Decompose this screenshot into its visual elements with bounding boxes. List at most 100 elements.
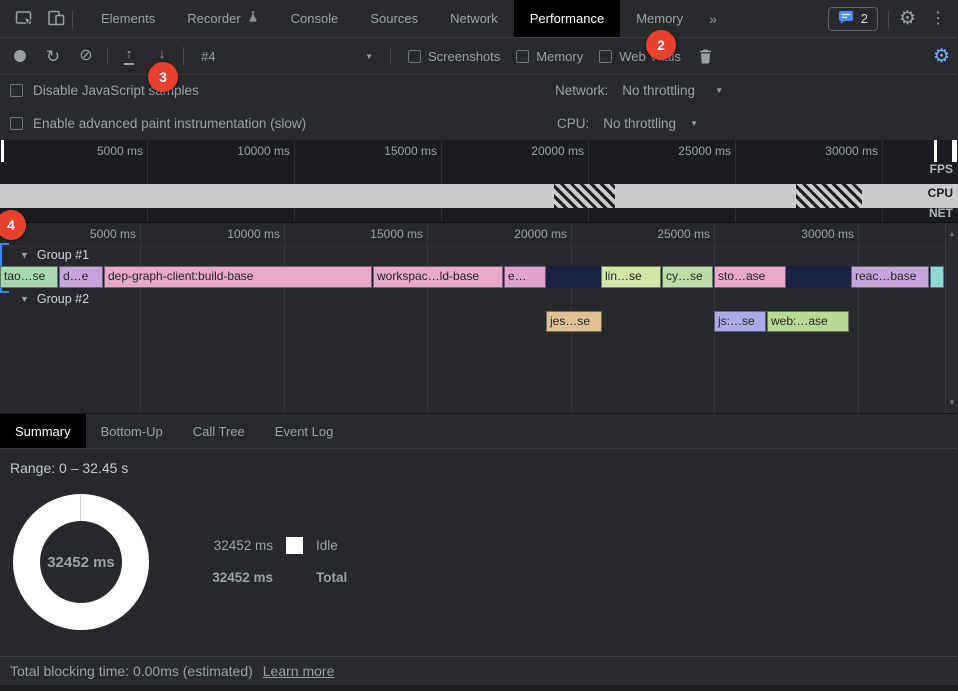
tab-bottom-up[interactable]: Bottom-Up: [86, 414, 178, 448]
network-throttling-select[interactable]: No throttling: [622, 83, 695, 98]
tab-summary[interactable]: Summary: [0, 414, 86, 448]
device-toolbar-icon[interactable]: [40, 5, 72, 33]
overview-gridline: [588, 140, 589, 222]
issues-count: 2: [861, 11, 868, 26]
paint-instrumentation-checkbox[interactable]: [10, 117, 23, 130]
overview-tick-label: 5000 ms: [43, 144, 143, 158]
recording-session-select[interactable]: #4 ▼: [193, 49, 381, 64]
status-footer: Total blocking time: 0.00ms (estimated) …: [0, 656, 958, 685]
flame-event-bar[interactable]: e…: [504, 266, 546, 288]
topbar-right-controls: 2 ⚙ ⋮: [828, 7, 950, 31]
trash-icon: [699, 49, 712, 64]
panel-tabs: ElementsRecorderConsoleSourcesNetworkPer…: [85, 0, 699, 37]
checkbox-screenshots: Screenshots: [408, 49, 500, 64]
flame-scrollbar[interactable]: ▲ ▼: [945, 223, 958, 413]
web-vitals-checkbox[interactable]: [599, 50, 612, 63]
collapse-triangle-icon[interactable]: ▼: [20, 250, 29, 260]
overview-gridline: [441, 140, 442, 222]
legend-value: 32452 ms: [203, 570, 273, 585]
flame-event-bar[interactable]: workspac…ld-base: [373, 266, 503, 288]
detail-tabs: SummaryBottom-UpCall TreeEvent Log: [0, 413, 958, 449]
record-icon: [14, 50, 26, 62]
divider: [888, 10, 889, 28]
cpu-throttling-row: CPU: No throttling ▼: [557, 116, 698, 131]
chevron-down-icon: ▼: [365, 52, 373, 61]
overview-tick-label: 10000 ms: [190, 144, 290, 158]
kebab-menu-icon[interactable]: ⋮: [926, 11, 950, 27]
flame-tick-label: 30000 ms: [744, 227, 854, 241]
overview-left-handle[interactable]: [1, 140, 4, 162]
legend-label: Idle: [316, 538, 347, 553]
scroll-down-icon[interactable]: ▼: [946, 398, 958, 407]
flame-event-bar[interactable]: cy…se: [662, 266, 713, 288]
flame-tick-label: 20000 ms: [457, 227, 567, 241]
flame-event-bar[interactable]: sto…ase: [714, 266, 786, 288]
overview-tick-label: 25000 ms: [631, 144, 731, 158]
cpu-idle-hatch: [796, 184, 862, 208]
tab-elements[interactable]: Elements: [85, 0, 171, 37]
divider: [390, 47, 391, 65]
capture-settings-gear-icon[interactable]: ⚙: [933, 47, 950, 66]
settings-gear-icon[interactable]: ⚙: [899, 9, 916, 28]
group-header-1[interactable]: ▼ Group #1: [20, 248, 89, 262]
memory-checkbox[interactable]: [516, 50, 529, 63]
flame-event-bar[interactable]: lin…se: [601, 266, 661, 288]
flame-event-bar[interactable]: web:…ase: [767, 311, 849, 332]
more-tabs-chevron[interactable]: »: [699, 0, 727, 37]
cpu-throttling-select[interactable]: No throttling: [603, 116, 676, 131]
flame-event-bar[interactable]: reac…base: [851, 266, 929, 288]
flame-ruler-divider: [0, 246, 945, 247]
record-button[interactable]: [8, 44, 32, 68]
cpu-throttling-label: CPU:: [557, 116, 589, 131]
devtools-window: ElementsRecorderConsoleSourcesNetworkPer…: [0, 0, 958, 691]
issues-bubble-icon: [838, 10, 854, 28]
flame-event-bar[interactable]: jes…se: [546, 311, 602, 332]
timeline-overview[interactable]: 5000 ms10000 ms15000 ms20000 ms25000 ms3…: [0, 140, 958, 222]
tab-sources[interactable]: Sources: [354, 0, 434, 37]
legend-value: 32452 ms: [203, 538, 273, 553]
disable-js-samples-checkbox[interactable]: [10, 84, 23, 97]
tab-console[interactable]: Console: [275, 0, 355, 37]
divider: [107, 47, 108, 65]
range-label: Range: 0 – 32.45 s: [10, 460, 128, 476]
group-2-label: Group #2: [37, 292, 89, 306]
overview-gridline: [882, 140, 883, 222]
network-throttling-label: Network:: [555, 83, 608, 98]
capture-option-checkboxes: ScreenshotsMemoryWeb Vitals: [408, 49, 681, 64]
summary-legend: 32452 msIdle32452 msTotal: [203, 537, 347, 586]
screenshots-checkbox[interactable]: [408, 50, 421, 63]
scroll-up-icon[interactable]: ▲: [946, 229, 958, 238]
issues-counter[interactable]: 2: [828, 7, 878, 31]
group-1-label: Group #1: [37, 248, 89, 262]
overview-tick-label: 20000 ms: [484, 144, 584, 158]
tab-call-tree[interactable]: Call Tree: [178, 414, 260, 448]
tab-recorder[interactable]: Recorder: [171, 0, 274, 37]
group-2-track: jes…se js:…seweb:…ase: [0, 311, 945, 332]
garbage-collect-button[interactable]: [694, 44, 718, 68]
legend-swatch: [286, 537, 303, 554]
collapse-triangle-icon[interactable]: ▼: [20, 294, 29, 304]
overview-right-handle[interactable]: [934, 140, 937, 162]
clear-recording-button[interactable]: ⊘: [74, 44, 98, 68]
overview-gridline: [735, 140, 736, 222]
capture-settings-pane: Disable JavaScript samples Enable advanc…: [0, 75, 958, 140]
paint-instrumentation-row: Enable advanced paint instrumentation (s…: [10, 116, 306, 131]
inspect-element-icon[interactable]: [8, 5, 40, 33]
tab-performance[interactable]: Performance: [514, 0, 620, 37]
flame-event-bar[interactable]: [930, 266, 944, 288]
tab-network[interactable]: Network: [434, 0, 514, 37]
reload-and-record-button[interactable]: ↻: [41, 44, 65, 68]
summary-donut-chart: 32452 ms: [13, 494, 149, 630]
tab-event-log[interactable]: Event Log: [260, 414, 349, 448]
flame-event-bar[interactable]: dep-graph-client:build-base: [104, 266, 372, 288]
flame-chart[interactable]: 5000 ms10000 ms15000 ms20000 ms25000 ms3…: [0, 222, 958, 413]
flame-event-bar[interactable]: tao…se: [0, 266, 58, 288]
flame-tick-label: 5000 ms: [26, 227, 136, 241]
flame-event-bar[interactable]: d…e: [59, 266, 103, 288]
learn-more-link[interactable]: Learn more: [263, 663, 335, 679]
overview-edge-handle[interactable]: [952, 140, 957, 162]
flame-event-bar[interactable]: js:…se: [714, 311, 766, 332]
load-profile-button[interactable]: ↑: [117, 44, 141, 68]
group-header-2[interactable]: ▼ Group #2: [20, 292, 89, 306]
network-throttling-row: Network: No throttling ▼: [555, 83, 723, 98]
